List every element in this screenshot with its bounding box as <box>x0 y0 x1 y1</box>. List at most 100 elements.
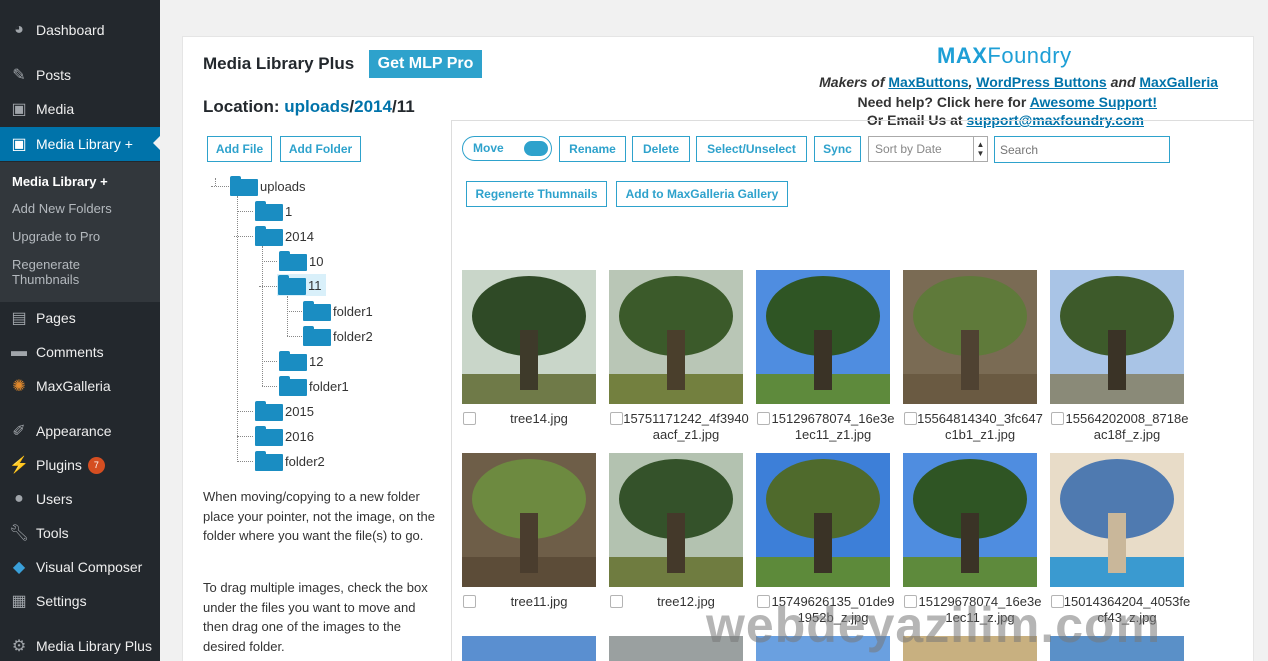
submenu-media-library-plus[interactable]: Media Library + <box>12 174 152 189</box>
folder-folder1[interactable]: folder1 <box>303 301 373 321</box>
folder-uploads[interactable]: uploads <box>230 176 306 196</box>
image-thumbnail[interactable] <box>903 270 1037 404</box>
regenerate-thumbnails-button[interactable]: Regenerte Thumnails <box>466 181 607 207</box>
menu-dashboard[interactable]: ◕ Dashboard <box>0 14 160 46</box>
pin-icon: ✎ <box>12 67 26 84</box>
wordpress-buttons-link[interactable]: WordPress Buttons <box>976 74 1106 90</box>
awesome-support-link[interactable]: Awesome Support! <box>1030 94 1157 110</box>
add-file-button[interactable]: Add File <box>207 136 272 162</box>
submenu: Media Library + Add New Folders Upgrade … <box>0 162 160 302</box>
tree-line <box>237 211 253 212</box>
folder-label: 11 <box>308 277 322 293</box>
tree-line <box>234 236 253 237</box>
rename-button[interactable]: Rename <box>559 136 626 162</box>
menu-media-library-plus-settings[interactable]: ⚙ Media Library Plus <box>0 630 160 661</box>
folder-10[interactable]: 10 <box>279 251 323 271</box>
menu-appearance[interactable]: ✐ Appearance <box>0 415 160 447</box>
menu-settings[interactable]: ▦ Settings <box>0 585 160 617</box>
image-thumbnail[interactable] <box>756 453 890 587</box>
tree-line <box>237 461 253 462</box>
breadcrumb-uploads[interactable]: uploads <box>284 97 349 116</box>
menu-comments[interactable]: ▬ Comments <box>0 336 160 368</box>
folder-icon <box>278 275 306 295</box>
menu-visual-composer[interactable]: ◆ Visual Composer <box>0 551 160 583</box>
thumbnail-trunk <box>1108 330 1126 390</box>
image-thumbnail[interactable] <box>462 270 596 404</box>
image-thumbnail[interactable] <box>609 270 743 404</box>
add-folder-button[interactable]: Add Folder <box>280 136 361 162</box>
folder-icon <box>279 376 307 396</box>
folder-label: folder2 <box>333 328 373 344</box>
folder-1[interactable]: 1 <box>255 201 292 221</box>
maxfoundry-logo: MAXFoundry <box>937 43 1072 69</box>
thumbnail-trunk <box>667 330 685 390</box>
folder-folder2[interactable]: folder2 <box>303 326 373 346</box>
select-unselect-button[interactable]: Select/Unselect <box>696 136 807 162</box>
folder-12[interactable]: 12 <box>279 351 323 371</box>
image-thumbnail[interactable] <box>1050 453 1184 587</box>
folder-2016[interactable]: 2016 <box>255 426 314 446</box>
divider <box>451 120 1254 121</box>
file-name: 15751171242_4f3940aacf_z1.jpg <box>623 411 749 442</box>
folder-icon <box>303 326 331 346</box>
submenu-add-new-folders[interactable]: Add New Folders <box>12 201 152 216</box>
menu-users[interactable]: ● Users <box>0 483 160 515</box>
tree-line <box>262 246 263 386</box>
submenu-upgrade-to-pro[interactable]: Upgrade to Pro <box>12 229 152 244</box>
get-pro-button[interactable]: Get MLP Pro <box>369 50 482 78</box>
menu-label: Media <box>36 101 75 117</box>
folder-folder2[interactable]: folder2 <box>255 451 325 471</box>
folder-label: uploads <box>260 178 306 194</box>
sort-select-value: Sort by Date <box>875 142 942 156</box>
menu-media[interactable]: ▣ Media <box>0 93 160 125</box>
image-thumbnail[interactable] <box>903 453 1037 587</box>
folder-folder1[interactable]: folder1 <box>279 376 349 396</box>
search-input[interactable] <box>994 136 1170 163</box>
image-thumbnail[interactable] <box>756 270 890 404</box>
folder-2015[interactable]: 2015 <box>255 401 314 421</box>
submenu-regenerate-thumbnails[interactable]: Regenerate Thumbnails <box>12 257 92 287</box>
folder-icon <box>279 351 307 371</box>
plugin-icon: ⚡ <box>9 457 29 474</box>
image-thumbnail[interactable] <box>609 453 743 587</box>
folder-icon <box>255 451 283 471</box>
tree-line <box>211 186 229 187</box>
breadcrumb-2014[interactable]: 2014 <box>354 97 392 116</box>
menu-maxgalleria[interactable]: ✺ MaxGalleria <box>0 370 160 402</box>
media-icon: ▣ <box>11 136 27 153</box>
menu-pages[interactable]: ▤ Pages <box>0 302 160 334</box>
comment-icon: ▬ <box>11 343 27 360</box>
delete-button[interactable]: Delete <box>632 136 690 162</box>
menu-tools[interactable]: 🔧︎ Tools <box>0 517 160 549</box>
image-thumbnail[interactable] <box>1050 270 1184 404</box>
sort-select[interactable]: Sort by Date ▲ ▼ <box>868 136 988 162</box>
vc-icon: ◆ <box>12 559 26 576</box>
menu-posts[interactable]: ✎ Posts <box>0 59 160 91</box>
folder-label: folder1 <box>309 378 349 394</box>
folder-label: 10 <box>309 253 324 269</box>
thumbnail-trunk <box>1108 513 1126 573</box>
sync-button[interactable]: Sync <box>814 136 861 162</box>
tree-line <box>237 436 253 437</box>
settings-icon: ▦ <box>11 593 27 610</box>
file-name: tree11.jpg <box>510 594 568 609</box>
menu-label: Media Library + <box>36 136 133 152</box>
image-thumbnail[interactable] <box>462 636 596 661</box>
menu-plugins[interactable]: ⚡ Plugins 7 <box>0 449 160 481</box>
menu-label: Appearance <box>36 423 112 439</box>
tree-line <box>262 361 277 362</box>
maxbuttons-link[interactable]: MaxButtons <box>888 74 968 90</box>
user-icon: ● <box>14 490 24 507</box>
image-thumbnail[interactable] <box>462 453 596 587</box>
logo-max: MAX <box>937 43 988 68</box>
move-copy-toggle[interactable]: Move <box>462 136 552 161</box>
menu-media-library-plus[interactable]: ▣ Media Library + <box>0 127 160 161</box>
maxgalleria-link[interactable]: MaxGalleria <box>1139 74 1218 90</box>
folder-icon <box>255 226 283 246</box>
dropdown-arrow-icon: ▲ ▼ <box>973 137 987 161</box>
menu-label: Visual Composer <box>36 559 143 575</box>
makers-sep: and <box>1106 74 1140 90</box>
folder-2014[interactable]: 2014 <box>255 226 314 246</box>
folder-11[interactable]: 11 <box>277 274 326 296</box>
add-to-gallery-button[interactable]: Add to MaxGalleria Gallery <box>616 181 788 207</box>
